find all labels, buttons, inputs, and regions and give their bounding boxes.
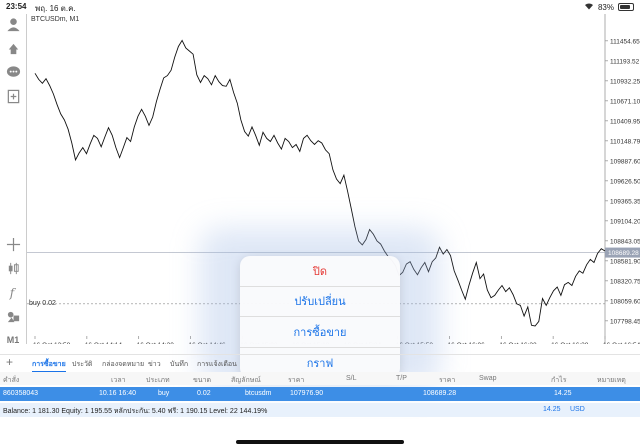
cell-symbol: btcusdm bbox=[245, 390, 272, 397]
x-tick-label: 16 Oct 16:38 bbox=[551, 342, 589, 344]
x-tick-label: 16 Oct 16:54 bbox=[603, 342, 640, 344]
new-order-icon[interactable] bbox=[5, 88, 21, 104]
crosshair-icon[interactable] bbox=[5, 236, 21, 252]
menu-close-position[interactable]: ปิด bbox=[240, 256, 400, 287]
y-tick-label: 110148.79 bbox=[610, 138, 640, 145]
menu-modify-position[interactable]: ปรับเปลี่ยน bbox=[240, 287, 400, 317]
cell-order: 860358043 bbox=[3, 390, 39, 397]
x-tick-label: 16 Oct 16:06 bbox=[448, 342, 486, 344]
add-icon[interactable]: + bbox=[6, 356, 13, 368]
indicator-f-icon[interactable]: f bbox=[5, 284, 21, 300]
y-tick-label: 108320.75 bbox=[610, 278, 640, 285]
col-sl: S/L bbox=[346, 375, 357, 382]
chat-icon[interactable] bbox=[5, 64, 21, 80]
tab-alerts[interactable]: การแจ้งเตือน bbox=[197, 359, 237, 370]
status-right: 83% bbox=[584, 2, 634, 12]
svg-text:f: f bbox=[8, 286, 16, 300]
y-tick-label: 110409.95 bbox=[610, 118, 640, 125]
left-toolbar: f M1 bbox=[0, 14, 26, 345]
bid-price-tag-label: 108689.28 bbox=[608, 250, 639, 257]
col-type: ประเภท bbox=[146, 377, 170, 384]
y-tick-label: 109626.50 bbox=[610, 178, 640, 185]
y-tick-label: 108843.05 bbox=[610, 238, 640, 245]
summary-text: Balance: 1 181.30 Equity: 1 195.55 หลักป… bbox=[3, 408, 268, 415]
account-summary: Balance: 1 181.30 Equity: 1 195.55 หลักป… bbox=[0, 403, 640, 417]
x-tick-label: 16 Oct 16:22 bbox=[499, 342, 537, 344]
col-symbol: สัญลักษณ์ bbox=[231, 377, 261, 384]
tab-journal[interactable]: บันทึก bbox=[170, 359, 188, 370]
battery-icon bbox=[618, 3, 634, 11]
tab-news[interactable]: ข่าว bbox=[148, 359, 161, 370]
cell-open-price: 107976.90 bbox=[290, 390, 324, 397]
status-time: 23:54 bbox=[6, 2, 27, 11]
trade-icon[interactable] bbox=[5, 40, 21, 56]
y-tick-label: 107798.45 bbox=[610, 318, 640, 325]
chart-symbol-label: BTCUSDm, M1 bbox=[31, 16, 80, 23]
y-tick-label: 111454.65 bbox=[610, 38, 640, 45]
buy-order-label: buy 0.02 bbox=[29, 300, 56, 307]
battery-percent: 83% bbox=[597, 2, 614, 12]
col-tp: T/P bbox=[396, 375, 407, 382]
wifi-icon bbox=[584, 2, 594, 12]
tab-trade[interactable]: การซื้อขาย bbox=[32, 359, 66, 372]
cell-profit: 14.25 bbox=[554, 390, 572, 397]
col-comment: หมายเหตุ bbox=[597, 377, 626, 384]
cell-type: buy bbox=[158, 390, 170, 397]
x-tick-label: 16 Oct 13:58 bbox=[33, 342, 71, 344]
col-profit: กำไร bbox=[551, 377, 567, 384]
y-tick-label: 108059.60 bbox=[610, 298, 640, 305]
col-order: คำสั่ง bbox=[3, 377, 20, 384]
account-icon[interactable] bbox=[5, 16, 21, 32]
col-time: เวลา bbox=[111, 377, 126, 384]
timeframe-m1-icon[interactable]: M1 bbox=[5, 332, 21, 348]
app-root: 23:54 พฤ. 16 ต.ค. 83% f M1 111454.65 111… bbox=[0, 0, 640, 447]
summary-currency: USD bbox=[570, 406, 585, 413]
positions-table-header: คำสั่ง เวลา ประเภท ขนาด สัญลักษณ์ ราคา S… bbox=[0, 372, 640, 385]
candlestick-icon[interactable] bbox=[5, 260, 21, 276]
y-tick-label: 109104.20 bbox=[610, 218, 640, 225]
y-tick-label: 111193.52 bbox=[610, 58, 640, 65]
tab-history[interactable]: ประวัติ bbox=[72, 359, 92, 370]
menu-trade[interactable]: การซื้อขาย bbox=[240, 317, 400, 348]
summary-profit: 14.25 bbox=[543, 406, 561, 413]
col-price: ราคา bbox=[439, 377, 456, 384]
col-open-price: ราคา bbox=[288, 377, 305, 384]
cell-time: 10.16 16:40 bbox=[99, 390, 136, 397]
y-tick-label: 110671.10 bbox=[610, 98, 640, 105]
y-tick-label: 109365.35 bbox=[610, 198, 640, 205]
bottom-tab-bar: + การซื้อขาย ประวัติ กล่องจดหมาย ข่าว บั… bbox=[0, 354, 640, 372]
y-tick-label: 110932.25 bbox=[610, 78, 640, 85]
cell-price: 108689.28 bbox=[423, 390, 457, 397]
y-tick-label: 109887.60 bbox=[610, 158, 640, 165]
objects-icon[interactable] bbox=[5, 308, 21, 324]
cell-size: 0.02 bbox=[197, 390, 211, 397]
home-indicator bbox=[236, 440, 404, 444]
status-bar: 23:54 พฤ. 16 ต.ค. 83% bbox=[0, 0, 640, 14]
x-tick-label: 16 Oct 14:30 bbox=[137, 342, 175, 344]
col-swap: Swap bbox=[479, 375, 497, 382]
col-size: ขนาด bbox=[193, 377, 212, 384]
x-tick-label: 16 Oct 14:14 bbox=[85, 342, 123, 344]
y-tick-label: 108581.90 bbox=[610, 258, 640, 265]
table-row[interactable]: 860358043 10.16 16:40 buy 0.02 btcusdm 1… bbox=[0, 387, 640, 401]
battery-level bbox=[620, 5, 630, 9]
tab-mailbox[interactable]: กล่องจดหมาย bbox=[102, 359, 144, 370]
